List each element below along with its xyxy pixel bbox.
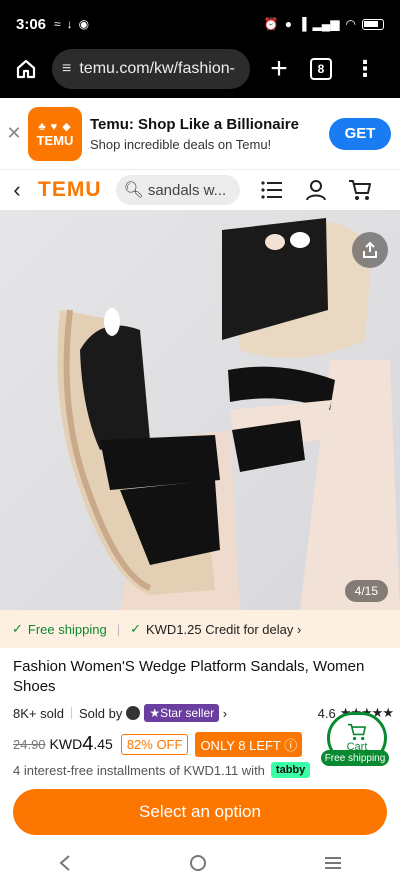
search-input[interactable]: 🔍︎ sandals w... [115, 175, 240, 205]
radio-icon: ◉ [78, 17, 90, 31]
installments-text: 4 interest-free installments of KWD1.11 … [13, 762, 265, 778]
search-text: sandals w... [147, 181, 227, 199]
discount-badge: 82% OFF [120, 733, 189, 755]
cart-icon [348, 723, 367, 741]
share-button[interactable] [352, 232, 388, 268]
browser-toolbar: ≡ temu.com/kw/fashion- + 8 ⋮ [0, 40, 400, 98]
original-price: 24.90 [13, 736, 46, 752]
image-counter: 4/15 [344, 580, 388, 602]
nav-back-icon[interactable] [58, 854, 72, 876]
alarm-icon: ⏰ [263, 17, 279, 31]
product-title: Fashion Women'S Wedge Platform Sandals, … [13, 658, 365, 695]
banner-text: Temu: Shop Like a Billionaire Shop incre… [90, 116, 299, 152]
system-icons: ⏰ ● ▐ ▂▄▆ ◠ [264, 17, 384, 31]
star-icon: ★ [149, 706, 161, 720]
battery-icon [362, 18, 384, 30]
star-seller-badge[interactable]: ★Star seller [144, 704, 220, 722]
check-icon: ✓ [12, 621, 23, 636]
temu-app-icon-text: TEMU [36, 132, 74, 148]
delay-credit-label: KWD1.25 Credit for delay [145, 621, 294, 637]
nav-home-icon[interactable] [189, 854, 207, 877]
temu-logo-glyphs: ♣ ♥ ◆ [38, 120, 72, 133]
banner-close-button[interactable]: ✕ [0, 123, 28, 144]
product-image[interactable]: 4/15 [0, 210, 400, 610]
installments-row[interactable]: 4 interest-free installments of KWD1.11 … [13, 761, 311, 779]
url-text: temu.com/kw/fashion- [79, 60, 235, 77]
mic-icon: ● [284, 17, 293, 31]
vibrate-icon: ▐ [298, 17, 307, 31]
temu-logo[interactable]: TEMU [38, 178, 102, 202]
categories-icon[interactable] [260, 178, 284, 202]
sold-by-label: Sold by [78, 705, 123, 721]
select-option-button[interactable]: Select an option [13, 789, 387, 835]
cart-icon[interactable] [348, 178, 372, 202]
divider [70, 707, 72, 719]
temu-app-icon: ♣ ♥ ◆ TEMU [28, 106, 82, 161]
sandals-photo [57, 218, 400, 610]
stock-label: ONLY 8 LEFT [200, 737, 281, 753]
currency: KWD [49, 736, 83, 752]
nav-recents-icon[interactable] [324, 855, 342, 876]
tabby-logo: tabby [270, 762, 311, 778]
chevron-right-icon: › [293, 621, 302, 637]
star-seller-label: Star seller [160, 706, 215, 720]
notification-icons: ≈ ↓ ◉ [54, 17, 89, 31]
price-row: 24.90 KWD 4 .45 82% OFF ONLY 8 LEFT ⓘ [13, 731, 313, 757]
system-nav-bar [0, 845, 400, 885]
cart-free-shipping-tag: Free shipping [321, 750, 389, 766]
cell-signal-icon: ▂▄▆ [312, 17, 340, 31]
free-shipping-label: Free shipping [27, 621, 107, 637]
stock-badge[interactable]: ONLY 8 LEFT ⓘ [195, 731, 303, 757]
check-icon: ✓ [130, 621, 141, 636]
rating-value: 4.6 [317, 705, 336, 721]
tab-switcher-button[interactable]: 8 [310, 58, 332, 80]
divider: | [116, 621, 121, 637]
banner-title: Temu: Shop Like a Billionaire [90, 115, 299, 133]
banner-subtitle: Shop incredible deals on Temu! [90, 136, 272, 152]
signal-icon: ≈ [54, 17, 61, 31]
app-install-banner: ✕ ♣ ♥ ◆ TEMU Temu: Shop Like a Billionai… [0, 98, 400, 170]
status-time: 3:06 [16, 15, 47, 33]
shipping-strip[interactable]: ✓ Free shipping | ✓ KWD1.25 Credit for d… [0, 610, 400, 648]
seller-avatar[interactable] [126, 706, 141, 720]
download-icon: ↓ [66, 17, 73, 31]
help-icon: ⓘ [284, 737, 298, 753]
url-bar[interactable]: ≡ temu.com/kw/fashion- [52, 49, 250, 89]
back-icon[interactable]: ‹ [2, 177, 32, 203]
get-app-button[interactable]: GET [329, 117, 391, 150]
chevron-right-icon[interactable]: › [219, 706, 227, 721]
new-tab-button[interactable]: + [264, 54, 294, 84]
wifi-icon: ◠ [345, 17, 356, 31]
share-icon [363, 241, 377, 258]
search-icon: 🔍︎ [123, 182, 144, 199]
site-settings-icon[interactable]: ≡ [62, 60, 71, 78]
sold-count: 8K+ sold [13, 705, 64, 721]
account-icon[interactable] [304, 178, 328, 202]
home-icon[interactable] [10, 53, 42, 85]
site-header: ‹ TEMU 🔍︎ sandals w... [0, 170, 400, 210]
browser-menu-button[interactable]: ⋮ [354, 56, 376, 82]
price-integer: 4 [82, 732, 94, 755]
price-decimal: .45 [93, 736, 113, 752]
